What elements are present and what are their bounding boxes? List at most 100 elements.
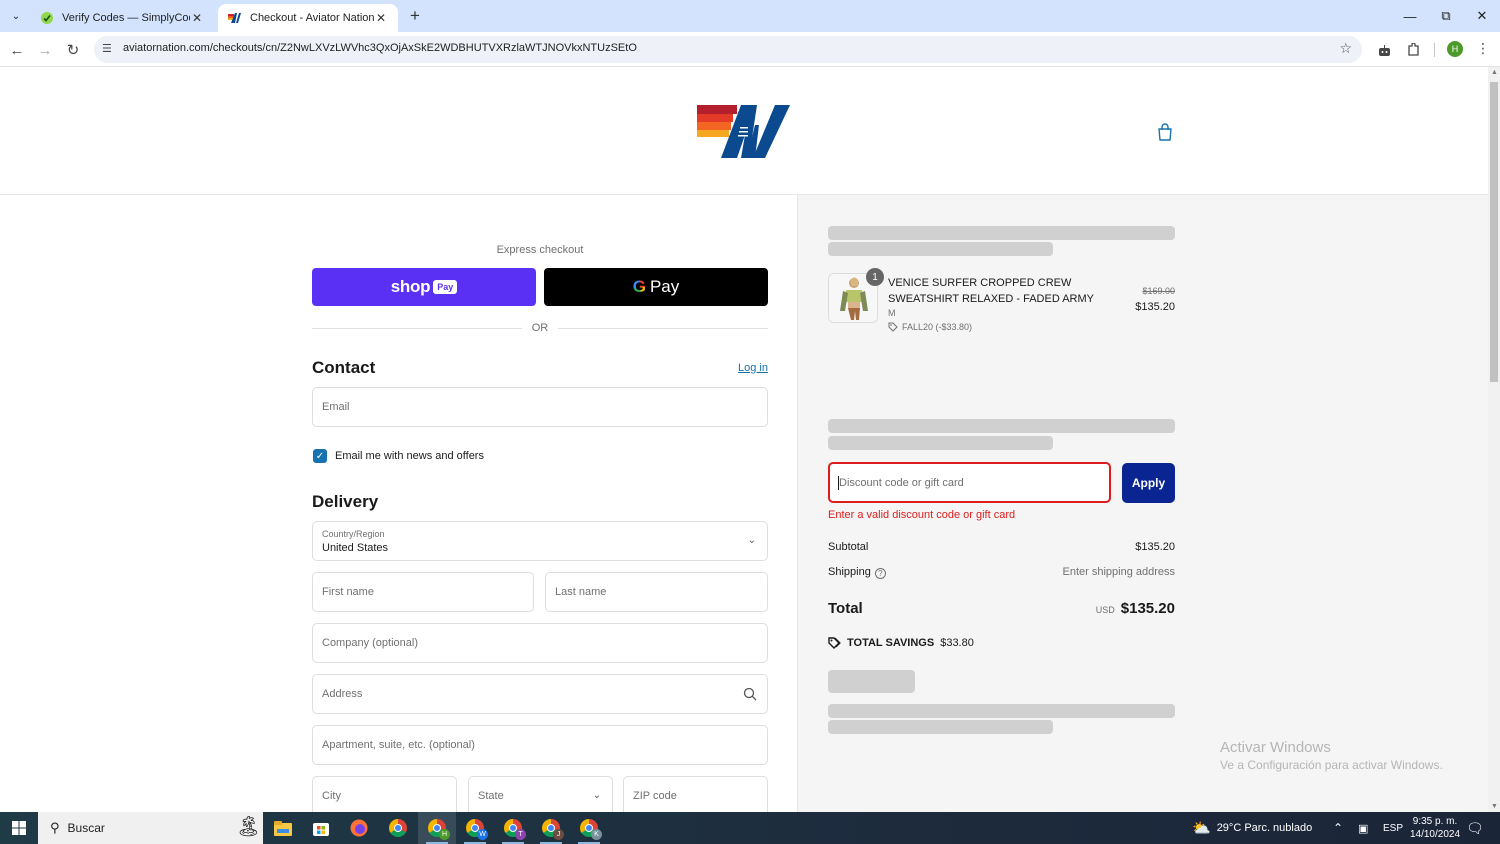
address-bar[interactable]: ☰ aviatornation.com/checkouts/cn/Z2NwLXV… <box>94 36 1362 63</box>
show-hidden-icons-chevron[interactable]: ⌃ <box>1333 812 1343 844</box>
windows-start-button[interactable] <box>0 812 38 844</box>
shipping-row: Shipping? Enter shipping address <box>828 566 1175 579</box>
browser-menu-icon[interactable]: ⋮ <box>1476 40 1490 57</box>
reload-icon[interactable]: ↻ <box>63 40 83 60</box>
discount-placeholder: Discount code or gift card <box>839 477 964 489</box>
shop-pay-wordmark: shop <box>390 277 431 296</box>
notification-center-icon[interactable]: 🗨 <box>1466 812 1484 844</box>
company-field[interactable]: Company (optional) <box>312 623 768 663</box>
site-info-icon[interactable]: ☰ <box>102 42 112 55</box>
aviator-nation-logo[interactable] <box>697 105 790 158</box>
chrome-logo: T <box>504 819 526 840</box>
google-pay-button[interactable]: G Pay <box>544 268 768 306</box>
tab-verify-codes[interactable]: Verify Codes — SimplyCodes ✕ <box>30 4 214 32</box>
chrome-profile-j-icon[interactable]: J <box>532 812 570 844</box>
checkout-form-column: Express checkout shop Pay G Pay OR Conta… <box>0 195 798 812</box>
clock-date: 14/10/2024 <box>1409 829 1461 840</box>
profile-avatar[interactable]: H <box>1447 41 1463 57</box>
newsletter-option[interactable]: ✓ Email me with news and offers <box>313 449 484 463</box>
tab-checkout[interactable]: Checkout - Aviator Nation ✕ <box>218 4 398 32</box>
city-field[interactable]: City <box>312 776 457 812</box>
apply-discount-button[interactable]: Apply <box>1122 463 1175 503</box>
chrome-profile-t-icon[interactable]: T <box>494 812 532 844</box>
first-name-field[interactable]: First name <box>312 572 534 612</box>
loading-placeholder <box>828 704 1175 718</box>
subtotal-row: Subtotal $135.20 <box>828 541 1175 553</box>
state-placeholder: State <box>478 790 504 802</box>
product-name: VENICE SURFER CROPPED CREW SWEATSHIRT RE… <box>888 277 1094 305</box>
weather-text: 29°C Parc. nublado <box>1216 822 1313 834</box>
savings-tag-icon <box>828 637 841 649</box>
google-pay-label: Pay <box>649 277 680 296</box>
help-icon[interactable]: ? <box>874 568 886 579</box>
zip-field[interactable]: ZIP code <box>623 776 768 812</box>
browser-toolbar: ← → ↻ ☰ aviatornation.com/checkouts/cn/Z… <box>0 32 1500 67</box>
search-highlight-illustration: 🏝 <box>235 816 261 838</box>
shop-pay-button[interactable]: shop Pay <box>312 268 536 306</box>
weather-icon: ⛅ <box>1192 820 1211 837</box>
loading-placeholder <box>828 242 1053 256</box>
savings-label: TOTAL SAVINGS <box>847 637 935 649</box>
windows-taskbar: ⚲ Buscar 🏝 H W T J K ⛅ 29°C Parc. nublad… <box>0 812 1500 844</box>
chrome-profile-k-icon[interactable]: K <box>570 812 608 844</box>
last-name-placeholder: Last name <box>555 586 607 598</box>
chrome-logo: W <box>466 819 488 840</box>
clock-time: 9:35 p. m. <box>1412 816 1458 827</box>
language-indicator[interactable]: ESP <box>1383 812 1403 844</box>
windows-activation-watermark: Activar Windows Ve a Configuración para … <box>1220 739 1443 772</box>
new-tab-button[interactable]: + <box>405 6 425 26</box>
microsoft-store-icon[interactable] <box>302 812 340 844</box>
extensions-puzzle-icon[interactable] <box>1403 40 1423 60</box>
page-scrollbar[interactable]: ▲ ▼ <box>1488 67 1500 812</box>
discount-code-input[interactable]: Discount code or gift card <box>828 462 1111 503</box>
company-placeholder: Company (optional) <box>322 637 418 649</box>
system-clock[interactable]: 9:35 p. m. 14/10/2024 <box>1404 815 1466 841</box>
apartment-placeholder: Apartment, suite, etc. (optional) <box>322 739 475 751</box>
search-icon <box>743 687 757 701</box>
state-select[interactable]: State ⌄ <box>468 776 613 812</box>
country-select[interactable]: Country/Region United States ⌄ <box>312 521 768 561</box>
scroll-up-arrow[interactable]: ▲ <box>1491 69 1498 76</box>
product-discount-text: FALL20 (-$33.80) <box>902 322 973 332</box>
divider-line <box>558 328 768 329</box>
close-window-icon[interactable]: ✕ <box>1464 0 1500 32</box>
site-header <box>0 67 1488 195</box>
chrome-profile-h-icon[interactable]: H <box>418 812 456 844</box>
search-icon: ⚲ <box>50 820 60 835</box>
chrome-profile-w-icon[interactable]: W <box>456 812 494 844</box>
order-summary-panel: 1 VENICE SURFER CROPPED CREW SWEATSHIRT … <box>798 195 1488 812</box>
scroll-down-arrow[interactable]: ▼ <box>1491 803 1498 810</box>
chrome-icon[interactable] <box>379 812 417 844</box>
firefox-icon[interactable] <box>340 812 378 844</box>
close-tab-icon[interactable]: ✕ <box>374 11 388 25</box>
file-explorer-icon[interactable] <box>264 812 302 844</box>
apartment-field[interactable]: Apartment, suite, etc. (optional) <box>312 725 768 765</box>
url-text[interactable]: aviatornation.com/checkouts/cn/Z2NwLXVzL… <box>123 42 637 54</box>
tab-search-button[interactable]: ⌄ <box>6 6 26 26</box>
close-tab-icon[interactable]: ✕ <box>190 11 204 25</box>
chrome-logo: H <box>428 819 450 840</box>
aviator-nation-icon <box>228 13 241 23</box>
taskbar-search[interactable]: ⚲ Buscar 🏝 <box>38 812 263 844</box>
meet-now-icon[interactable]: ▣ <box>1358 812 1368 844</box>
login-link[interactable]: Log in <box>738 362 768 374</box>
minimize-icon[interactable]: — <box>1392 0 1428 32</box>
newsletter-checkbox[interactable]: ✓ <box>313 449 327 463</box>
scrollbar-thumb[interactable] <box>1490 82 1498 382</box>
zip-placeholder: ZIP code <box>633 790 677 802</box>
bookmark-star-icon[interactable]: ☆ <box>1339 40 1352 57</box>
city-placeholder: City <box>322 790 341 802</box>
delivery-heading: Delivery <box>312 492 379 511</box>
back-icon[interactable]: ← <box>7 40 27 60</box>
product-discount: FALL20 (-$33.80) <box>888 322 972 332</box>
email-field[interactable]: Email <box>312 387 768 427</box>
restore-icon[interactable]: ⧉ <box>1428 0 1464 32</box>
chrome-logo: J <box>542 819 564 840</box>
forward-icon[interactable]: → <box>35 40 55 60</box>
address-field[interactable]: Address <box>312 674 768 714</box>
weather-widget[interactable]: ⛅ 29°C Parc. nublado <box>1192 812 1312 844</box>
shopping-bag-icon[interactable] <box>1157 123 1173 141</box>
last-name-field[interactable]: Last name <box>545 572 768 612</box>
windows-logo-icon <box>12 821 26 835</box>
extension-robot-icon[interactable] <box>1374 40 1394 60</box>
